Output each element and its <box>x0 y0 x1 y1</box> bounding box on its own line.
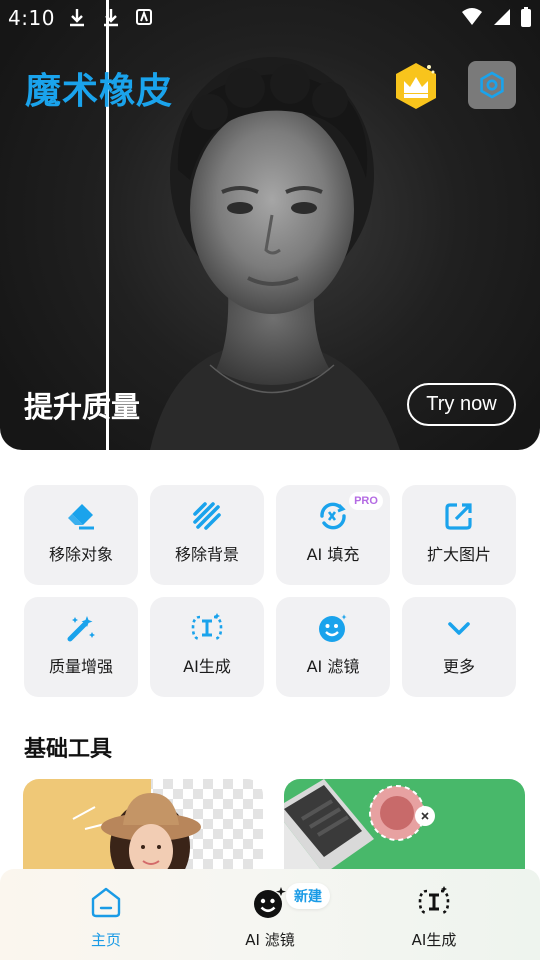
ai-fill-icon <box>320 502 346 530</box>
signal-icon <box>494 9 510 25</box>
nav-label: 主页 <box>90 931 121 949</box>
tool-remove-object[interactable]: 移除对象 <box>24 485 138 585</box>
status-time: 4:10 <box>8 6 55 30</box>
tool-label: 移除对象 <box>48 545 113 564</box>
magic-wand-icon <box>67 616 95 642</box>
section-title: 基础工具 <box>24 737 113 762</box>
chevron-down-icon <box>448 622 470 635</box>
tool-more[interactable]: 更多 <box>402 597 516 697</box>
hero-banner[interactable]: 4:10 魔术橡皮 提升质量 Try now <box>0 0 540 450</box>
eraser-icon <box>68 504 94 530</box>
tool-label: 扩大图片 <box>426 545 491 564</box>
tool-ai-generate[interactable]: AI生成 <box>150 597 264 697</box>
tool-expand-image[interactable]: 扩大图片 <box>402 485 516 585</box>
battery-icon <box>521 7 531 27</box>
bottom-nav: 主页 AI 滤镜 新建 AI生成 <box>0 869 540 960</box>
nav-home[interactable]: 主页 <box>36 869 176 960</box>
new-badge: 新建 <box>286 883 330 909</box>
stripes-icon <box>193 502 221 530</box>
tool-label: 移除背景 <box>174 545 239 564</box>
wifi-icon <box>462 8 482 25</box>
expand-image-icon <box>445 503 472 530</box>
crown-icon <box>396 63 436 109</box>
tool-label: 更多 <box>442 657 475 676</box>
app-title: 魔术橡皮 <box>25 71 174 112</box>
ai-text-icon <box>418 886 450 915</box>
status-bar: 4:10 <box>0 0 540 36</box>
tool-label: AI生成 <box>183 657 231 676</box>
premium-button[interactable] <box>393 61 439 111</box>
gear-icon <box>480 71 504 99</box>
ai-text-icon <box>191 613 223 641</box>
home-icon <box>91 887 121 918</box>
smile-face-icon <box>319 612 349 642</box>
tool-label: 质量增强 <box>48 657 113 676</box>
tool-quality-enhance[interactable]: 质量增强 <box>24 597 138 697</box>
download-icon <box>70 9 84 27</box>
try-now-button[interactable]: Try now <box>407 383 516 426</box>
nav-ai-generate[interactable]: AI生成 <box>364 869 504 960</box>
download-icon <box>104 9 118 27</box>
tool-remove-background[interactable]: 移除背景 <box>150 485 264 585</box>
settings-button[interactable] <box>468 61 516 109</box>
nav-label: AI 滤镜 <box>245 931 295 949</box>
hero-caption: 提升质量 <box>24 390 141 424</box>
tool-ai-filter[interactable]: AI 滤镜 <box>276 597 390 697</box>
tool-ai-fill[interactable]: PRO AI 填充 <box>276 485 390 585</box>
nav-label: AI生成 <box>411 931 457 949</box>
smile-face-icon <box>254 887 286 918</box>
tool-label: AI 填充 <box>306 545 360 564</box>
app-notification-icon <box>136 9 152 25</box>
tool-label: AI 滤镜 <box>306 657 360 676</box>
